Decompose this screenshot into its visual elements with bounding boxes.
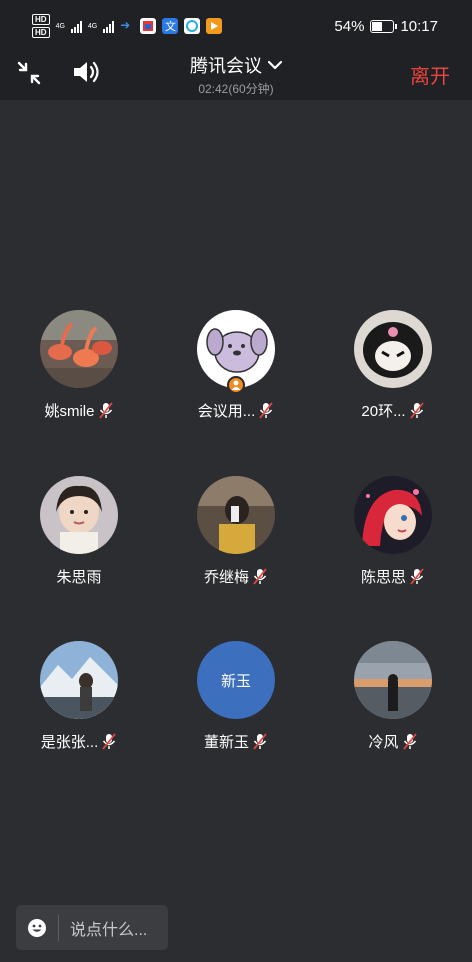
chat-app-icon <box>184 18 201 34</box>
hd-label-1: HD <box>32 14 50 25</box>
translate-app-icon: 文 <box>162 18 179 34</box>
avatar[interactable] <box>354 641 432 719</box>
chat-placeholder[interactable]: 说点什么... <box>70 916 147 940</box>
participant-tile[interactable]: 会议用... <box>157 310 315 421</box>
avatar[interactable] <box>40 476 118 554</box>
participant-name: 是张张... <box>40 734 99 751</box>
mic-muted-icon <box>409 402 424 419</box>
status-right: 54% 10:17 <box>334 18 438 35</box>
leave-button[interactable]: 离开 <box>410 60 450 89</box>
meeting-title[interactable]: 腾讯会议 <box>190 52 262 78</box>
chat-input-bar[interactable]: 说点什么... <box>16 905 168 950</box>
avatar-initials-text: 新玉 <box>220 672 251 690</box>
participant-name: 20环... <box>361 403 406 420</box>
mic-muted-icon <box>402 733 417 750</box>
emoji-icon[interactable] <box>16 918 58 938</box>
participant-tile[interactable]: 冷风 <box>314 641 472 752</box>
arrow-icon: ➜ <box>120 18 131 32</box>
participant-name: 冷风 <box>368 734 399 751</box>
participant-tile[interactable]: 乔继梅 <box>157 476 315 587</box>
network-gen-2: 4G <box>87 22 98 30</box>
status-left: HD HD 4G 4G ➜ 文 <box>32 14 223 38</box>
svg-text:文: 文 <box>165 19 176 33</box>
participant-name: 姚smile <box>44 403 95 420</box>
participant-tile[interactable]: 姚smile <box>0 310 158 421</box>
meeting-header: 腾讯会议 02:42(60分钟) 离开 <box>0 56 472 100</box>
battery-fill <box>372 22 383 31</box>
mic-muted-icon <box>98 402 113 419</box>
battery-icon <box>370 20 398 33</box>
avatar[interactable] <box>40 641 118 719</box>
avatar-initials[interactable]: 新玉 <box>197 641 275 719</box>
mic-muted-icon <box>259 402 273 419</box>
host-badge-icon <box>227 376 245 394</box>
mic-muted-icon <box>102 733 116 750</box>
participant-tile[interactable]: 20环... <box>314 310 472 421</box>
meeting-title-area[interactable]: 腾讯会议 02:42(60分钟) <box>0 52 472 97</box>
avatar[interactable] <box>354 310 432 388</box>
mic-muted-icon <box>253 568 267 585</box>
battery-percent: 54% <box>334 18 365 35</box>
participant-name: 乔继梅 <box>203 569 249 586</box>
participant-tile[interactable]: 新玉 董新玉 <box>157 641 315 752</box>
mic-muted-icon <box>410 568 424 585</box>
mic-muted-icon <box>253 733 267 750</box>
participant-name: 陈思思 <box>360 569 406 586</box>
signal-icon-2 <box>103 19 115 33</box>
status-bar: HD HD 4G 4G ➜ 文 54% 10:17 <box>0 0 472 56</box>
network-gen-1: 4G <box>55 22 65 30</box>
hd-indicator: HD HD <box>32 14 50 38</box>
clock: 10:17 <box>400 18 438 35</box>
participant-tile[interactable]: 陈思思 <box>314 476 472 587</box>
participant-name: 会议用... <box>197 403 256 420</box>
chevron-down-icon[interactable] <box>268 60 282 70</box>
avatar[interactable] <box>40 310 118 388</box>
participant-tile[interactable]: 朱思雨 <box>0 476 158 587</box>
chat-divider <box>58 914 59 941</box>
participant-name: 董新玉 <box>203 734 249 751</box>
meeting-duration: 02:42(60分钟) <box>198 82 274 96</box>
hd-label-2: HD <box>32 27 50 38</box>
video-app-icon <box>206 18 223 34</box>
avatar[interactable] <box>354 476 432 554</box>
tv-app-icon <box>140 18 157 34</box>
avatar[interactable] <box>197 476 275 554</box>
participant-name: 朱思雨 <box>56 569 102 586</box>
signal-icon <box>70 19 82 33</box>
participant-tile[interactable]: 是张张... <box>0 641 158 752</box>
